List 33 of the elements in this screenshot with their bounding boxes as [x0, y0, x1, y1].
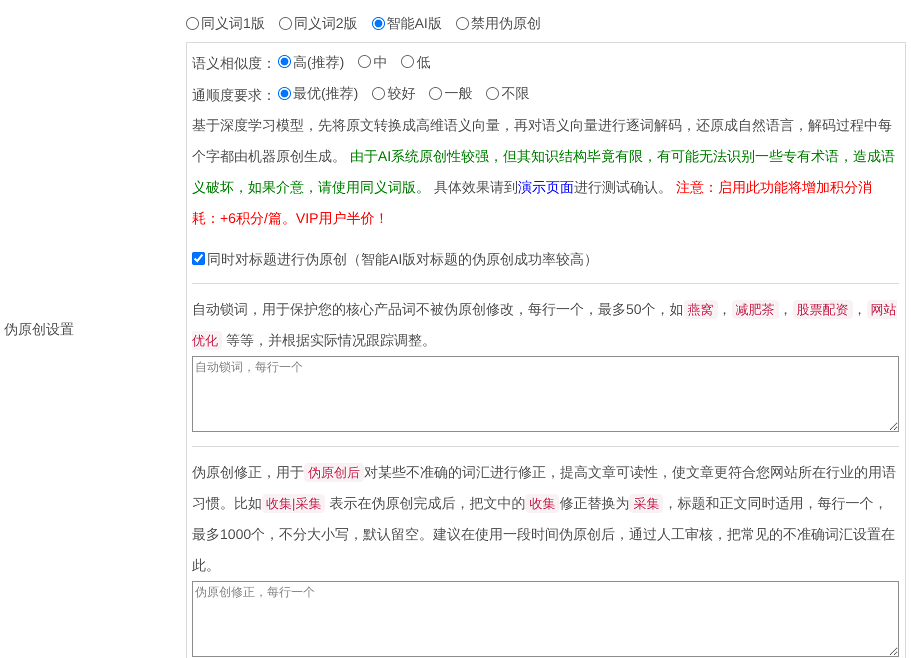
option-label[interactable]: 同时对标题进行伪原创（智能AI版对标题的伪原创成功率较高）	[207, 244, 598, 274]
radio-button[interactable]	[429, 86, 442, 100]
radio-button[interactable]	[486, 86, 500, 100]
correction-description: 伪原创修正，用于 伪原创后 对某些不准确的词汇进行修正，提高文章可读性，使文章更符合您网站所在行业的用语习惯。比如 收集|采集 表示在伪原创完成后，把文中的 收集 修正替换为 采集 ，标题和正文同时适用，每行一个，最多1000个，不分大小写，默认留空。建议在使用一段时间伪原创后，通过人工审核，把常见的不准确词汇设置在此。	[192, 462, 897, 575]
option-label[interactable]: 禁用伪原创	[470, 8, 541, 38]
radio-button[interactable]	[372, 16, 385, 30]
section-label: 伪原创设置	[3, 320, 74, 338]
option-label[interactable]: 同义词1版	[201, 8, 265, 38]
radio-button[interactable]	[278, 16, 292, 30]
option-label[interactable]: 一般	[444, 78, 472, 108]
option-label[interactable]: 最优(推荐)	[293, 78, 358, 108]
option-label[interactable]: 中	[373, 46, 388, 76]
radio-button[interactable]	[278, 55, 291, 68]
description-paragraph: 基于深度学习模型，先将原文转换成高维语义向量，再对语义向量进行逐词解码，还原成自然语言，解码过程中每个字都由机器原创生成。 由于AI系统原创性较强，但其知识结构毕竟有限，有可能无法识别一些专有术语，造成语义破坏，如果介意，请使用同义词版。 具体效果请到演示页面进行测试确认。 注意：启用此功能将增加积分消耗：+6积分/篇。VIP用户半价！	[192, 116, 896, 228]
setting-label: 语义相似度：	[192, 55, 276, 71]
option-label[interactable]: 同义词2版	[294, 8, 358, 38]
title-checkbox[interactable]	[192, 252, 205, 265]
option-label[interactable]: 不限	[501, 78, 530, 108]
setting-label: 通顺度要求：	[192, 86, 276, 102]
lock-words-field[interactable]: 自动锁词，每行一个	[192, 356, 899, 432]
option-label[interactable]: 较好	[387, 78, 416, 108]
option-label[interactable]: 高(推荐)	[293, 46, 344, 76]
radio-button[interactable]	[278, 86, 291, 100]
lock-words-description: 自动锁词，用于保护您的核心产品词不被伪原创修改，每行一个，最多50个，如 燕窝 ， 减肥茶 ， 股票配资 ， 网站优化 等等，并根据实际情况跟踪调整。	[192, 299, 898, 352]
option-label[interactable]: 低	[416, 46, 430, 76]
radio-button[interactable]	[186, 16, 199, 30]
option-label[interactable]: 智能AI版	[386, 8, 442, 38]
radio-button[interactable]	[456, 16, 469, 30]
correction-field[interactable]: 伪原创修正，每行一个	[192, 581, 899, 657]
demo-page-link[interactable]: 演示页面	[518, 178, 574, 194]
radio-button[interactable]	[401, 55, 414, 68]
radio-button[interactable]	[372, 86, 386, 100]
radio-button[interactable]	[358, 55, 372, 68]
